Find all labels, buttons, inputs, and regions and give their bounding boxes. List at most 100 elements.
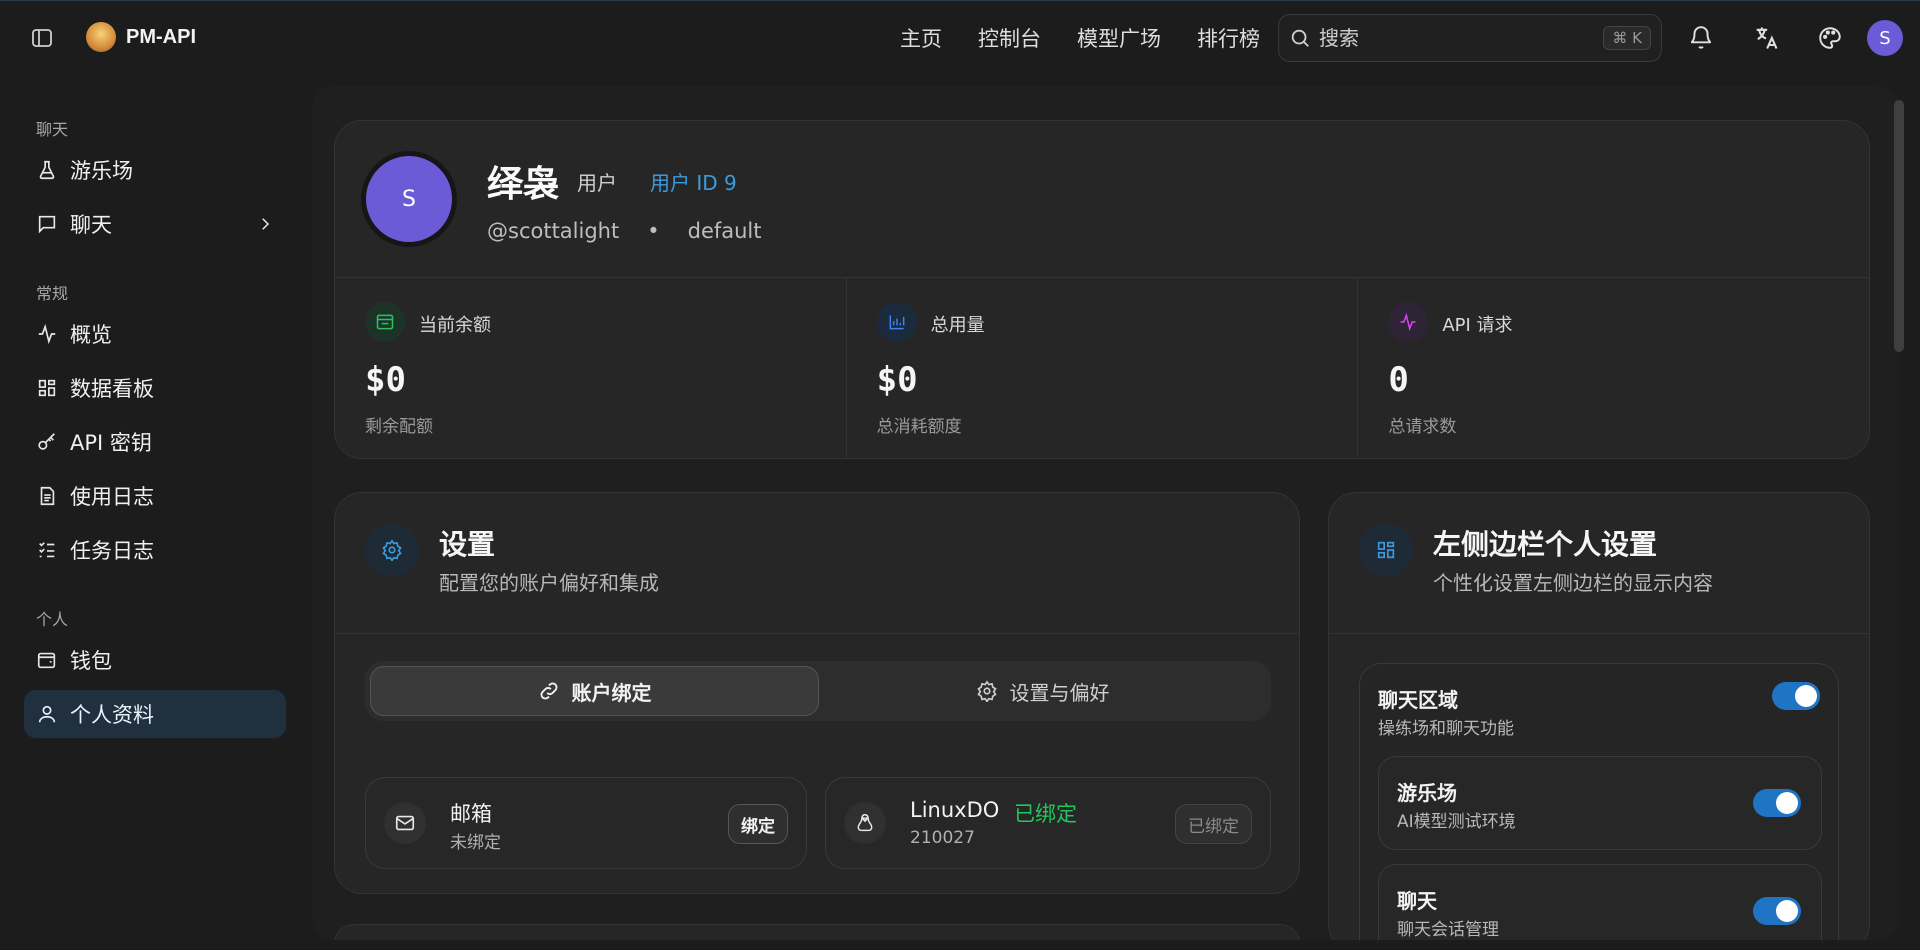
meta-separator: • (647, 219, 660, 243)
item-title: 聊天 (1397, 889, 1437, 913)
stat-balance: 当前余额 $0 剩余配额 (335, 278, 847, 459)
divider (335, 633, 1299, 634)
sidebar-item-playground[interactable]: 游乐场 (24, 146, 286, 194)
nav-models[interactable]: 模型广场 (1077, 23, 1161, 53)
group-title: 聊天区域 (1378, 688, 1458, 712)
item-sub: AI模型测试环境 (1397, 812, 1516, 832)
profile-role: 用户 (577, 171, 617, 195)
profile-username: @scottalight (487, 219, 620, 243)
profile-meta: @scottalight • default (487, 219, 762, 243)
search-shortcut: ⌘ K (1603, 26, 1651, 50)
sidebar-section-personal: 个人 (36, 610, 69, 629)
sidebar-toggle-icon[interactable] (24, 20, 60, 56)
toggle-item-playground: 游乐场 AI模型测试环境 (1378, 756, 1822, 850)
binding-email: 邮箱 未绑定 绑定 (365, 777, 807, 869)
search-icon (1291, 29, 1309, 47)
sidebar-item-label: 个人资料 (70, 703, 154, 727)
grid-icon (38, 379, 56, 397)
stat-label: 当前余额 (419, 315, 491, 336)
scrollbar[interactable] (1894, 100, 1904, 352)
settings-tabs: 账户绑定 设置与偏好 (365, 661, 1271, 721)
stat-value: $0 (876, 360, 918, 400)
sidebar-item-label: 使用日志 (70, 485, 154, 509)
flask-icon (39, 160, 55, 180)
sidebar-item-overview[interactable]: 概览 (24, 310, 286, 358)
binding-sub: 210027 (910, 828, 975, 848)
logo-icon (86, 22, 116, 52)
profile-user-id: 用户 ID 9 (650, 171, 737, 195)
sidebar-item-label: 概览 (70, 323, 112, 347)
nav-ranking[interactable]: 排行榜 (1197, 23, 1260, 53)
stat-requests: API 请求 0 总请求数 (1358, 278, 1869, 459)
top-bar: PM-API 主页 控制台 模型广场 排行榜 ⌘ K S (0, 0, 1920, 76)
toggle-playground[interactable] (1753, 789, 1801, 817)
top-nav: 主页 控制台 模型广场 排行榜 (900, 23, 1260, 53)
key-icon (38, 433, 55, 450)
translate-icon[interactable] (1748, 20, 1784, 56)
sidebar-settings-card: 左侧边栏个人设置 个性化设置左侧边栏的显示内容 聊天区域 操练场和聊天功能 游乐… (1328, 492, 1870, 940)
toggle-chat-area[interactable] (1772, 682, 1820, 710)
sidebar-item-label: 游乐场 (70, 159, 133, 183)
sidebar-item-label: 聊天 (70, 213, 112, 237)
stat-sub: 总消耗额度 (876, 417, 962, 437)
search-input[interactable] (1319, 26, 1596, 50)
penguin-icon (844, 802, 886, 844)
settings-title: 设置 (439, 528, 496, 561)
search-box[interactable]: ⌘ K (1278, 14, 1662, 62)
tab-preferences[interactable]: 设置与偏好 (819, 666, 1266, 716)
settings-subtitle: 配置您的账户偏好和集成 (439, 571, 659, 595)
sidebar-item-label: 数据看板 (70, 377, 154, 401)
sidebar-item-label: API 密钥 (70, 431, 152, 455)
item-title: 游乐场 (1397, 781, 1457, 805)
bell-icon[interactable] (1683, 20, 1719, 56)
sidebar-section-general: 常规 (36, 284, 69, 303)
profile-avatar: S (361, 151, 457, 247)
stat-value: $0 (365, 360, 406, 400)
sidebar-item-api-keys[interactable]: API 密钥 (24, 418, 286, 466)
bar-chart-icon (876, 302, 917, 342)
profile-group: default (687, 219, 762, 243)
toggle-chat[interactable] (1753, 897, 1801, 925)
divider (1329, 633, 1869, 634)
sidebar-item-chat[interactable]: 聊天 (24, 200, 286, 248)
sidebar-item-usage-log[interactable]: 使用日志 (24, 472, 286, 520)
user-avatar[interactable]: S (1867, 20, 1903, 56)
chat-icon (38, 215, 56, 234)
sidebar-item-wallet[interactable]: 钱包 (24, 636, 286, 684)
nav-console[interactable]: 控制台 (978, 23, 1041, 53)
chevron-right-icon (262, 218, 270, 230)
sidebar: 聊天 游乐场 聊天 常规 概览 数据看板 API 密钥 使用日志 任务日志 个人… (0, 76, 310, 950)
binding-title: 邮箱 (450, 802, 492, 826)
brand-name: PM-API (126, 25, 196, 48)
palette-icon[interactable] (1812, 20, 1848, 56)
wallet-icon (365, 302, 405, 342)
stat-sub: 剩余配额 (365, 417, 433, 437)
gear-icon (976, 680, 997, 702)
sidebar-item-profile[interactable]: 个人资料 (24, 690, 286, 738)
bind-button[interactable]: 绑定 (728, 804, 788, 844)
settings-card: 设置 配置您的账户偏好和集成 账户绑定 设置与偏好 邮箱 未绑定 绑定 Linu… (334, 492, 1300, 894)
bound-button[interactable]: 已绑定 (1175, 804, 1252, 844)
item-sub: 聊天会话管理 (1397, 920, 1499, 940)
link-icon (540, 682, 557, 700)
stat-sub: 总请求数 (1388, 417, 1457, 437)
profile-card: S 绎袅 用户 用户 ID 9 @scottalight • default 当… (334, 120, 1870, 459)
mail-icon (384, 802, 426, 844)
group-sub: 操练场和聊天功能 (1378, 719, 1514, 739)
nav-home[interactable]: 主页 (900, 23, 942, 53)
tab-account-binding[interactable]: 账户绑定 (370, 666, 819, 716)
sidebar-settings-title: 左侧边栏个人设置 (1433, 528, 1658, 561)
brand[interactable]: PM-API (86, 22, 196, 52)
user-icon (38, 705, 56, 723)
sidebar-item-task-log[interactable]: 任务日志 (24, 526, 286, 574)
toggle-item-chat: 聊天 聊天会话管理 (1378, 864, 1822, 940)
activity-icon (38, 323, 56, 345)
sidebar-item-dashboard[interactable]: 数据看板 (24, 364, 286, 412)
main-content: S 绎袅 用户 用户 ID 9 @scottalight • default 当… (312, 86, 1900, 940)
profile-name: 绎袅 (487, 164, 560, 205)
binding-sub: 未绑定 (450, 833, 501, 853)
stat-value: 0 (1388, 360, 1409, 400)
stat-label: 总用量 (930, 315, 985, 336)
gear-icon (365, 523, 419, 577)
stat-usage: 总用量 $0 总消耗额度 (847, 278, 1359, 459)
